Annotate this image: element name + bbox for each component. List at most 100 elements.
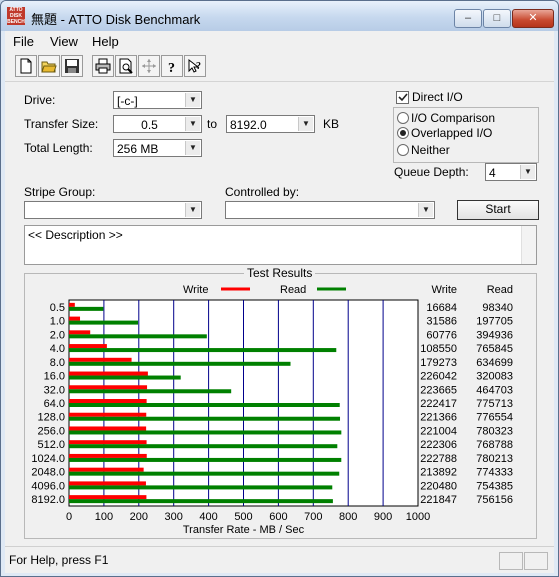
transfer-size-to-select[interactable]: 8192.0 ▼	[226, 115, 315, 133]
write-value: 213892	[420, 467, 457, 479]
read-value: 765845	[476, 343, 513, 355]
direct-io-checkbox[interactable]	[396, 91, 409, 104]
chevron-down-icon: ▼	[185, 117, 200, 131]
read-column-header: Read	[487, 284, 513, 296]
read-value: 768788	[476, 439, 513, 451]
write-bar	[69, 330, 91, 335]
transfer-to-label: to	[207, 117, 218, 131]
description-scrollbar[interactable]	[521, 226, 536, 264]
y-tick-label: 1024.0	[31, 453, 65, 465]
read-value: 320083	[476, 371, 513, 383]
read-value: 780213	[476, 453, 513, 465]
svg-text:?: ?	[196, 61, 201, 72]
move-icon[interactable]	[138, 55, 160, 77]
neither-radio[interactable]	[397, 144, 409, 156]
transfer-size-from-select[interactable]: 0.5 ▼	[113, 115, 202, 133]
controlled-by-select[interactable]: ▼	[225, 201, 435, 219]
app-window: ATTO DISK BENCH 無題 - ATTO Disk Benchmark…	[0, 0, 559, 577]
read-bar	[69, 361, 291, 366]
read-value: 775713	[476, 398, 513, 410]
read-bar	[69, 389, 232, 394]
transfer-unit-label: KB	[323, 117, 340, 131]
x-tick-label: 800	[339, 511, 357, 523]
read-legend-label: Read	[280, 284, 306, 296]
chevron-down-icon: ▼	[185, 141, 200, 155]
minimize-button[interactable]: –	[454, 9, 482, 28]
overlapped-io-radio[interactable]	[397, 127, 409, 139]
read-bar	[69, 320, 138, 325]
stripe-group-select[interactable]: ▼	[24, 201, 202, 219]
description-field[interactable]: << Description >>	[24, 225, 537, 265]
toolbar: ? ?	[5, 51, 554, 82]
menu-view[interactable]: View	[50, 34, 78, 49]
read-value: 774333	[476, 467, 513, 479]
write-value: 31586	[426, 316, 457, 328]
read-bar	[69, 416, 341, 421]
start-button[interactable]: Start	[457, 200, 539, 220]
svg-text:?: ?	[168, 61, 175, 74]
y-tick-label: 512.0	[37, 439, 65, 451]
overlapped-io-label: Overlapped I/O	[411, 126, 493, 140]
help-icon[interactable]: ?	[161, 55, 183, 77]
maximize-button[interactable]: □	[483, 9, 511, 28]
write-value: 226042	[420, 371, 457, 383]
open-icon[interactable]	[38, 55, 60, 77]
write-value: 222306	[420, 439, 457, 451]
write-value: 60776	[426, 329, 457, 341]
read-value: 776554	[476, 412, 513, 424]
x-axis-label: Transfer Rate - MB / Sec	[183, 524, 305, 536]
menu-bar: File View Help	[5, 31, 554, 51]
print-icon[interactable]	[92, 55, 114, 77]
x-tick-label: 0	[66, 511, 72, 523]
chevron-down-icon: ▼	[185, 93, 200, 107]
write-bar	[69, 495, 147, 500]
write-bar	[69, 316, 81, 321]
chevron-down-icon: ▼	[185, 203, 200, 217]
write-bar	[69, 412, 147, 417]
y-tick-label: 1.0	[50, 316, 65, 328]
save-icon[interactable]	[61, 55, 83, 77]
read-bar	[69, 444, 338, 449]
transfer-rate-chart: Write Read Write Read 0 100 200 300 400 500 600 700…	[31, 284, 513, 536]
write-bar	[69, 385, 148, 390]
drive-select[interactable]: [-c-] ▼	[113, 91, 202, 109]
total-length-select[interactable]: 256 MB ▼	[113, 139, 202, 157]
new-icon[interactable]	[15, 55, 37, 77]
write-bar	[69, 399, 147, 403]
write-bar	[69, 357, 132, 362]
chevron-down-icon: ▼	[298, 117, 313, 131]
chevron-down-icon: ▼	[520, 165, 535, 179]
transfer-size-label: Transfer Size:	[24, 117, 99, 131]
write-value: 221366	[420, 412, 457, 424]
client-area: ? ? Drive: [-c-] ▼ Transfer Size: 0.5 ▼ to…	[5, 51, 554, 546]
write-value: 223665	[420, 384, 457, 396]
print-preview-icon[interactable]	[115, 55, 137, 77]
queue-depth-select[interactable]: 4 ▼	[485, 163, 537, 181]
write-value: 221004	[420, 425, 457, 437]
io-comparison-radio[interactable]	[397, 112, 409, 124]
controlled-by-label: Controlled by:	[225, 185, 300, 199]
y-tick-label: 32.0	[44, 384, 65, 396]
y-tick-label: 8192.0	[31, 494, 65, 506]
write-value: 108550	[420, 343, 457, 355]
write-bar	[69, 302, 75, 307]
read-bar	[69, 306, 104, 311]
y-tick-label: 2.0	[50, 329, 65, 341]
read-value: 780323	[476, 425, 513, 437]
x-tick-label: 400	[199, 511, 217, 523]
menu-help[interactable]: Help	[92, 34, 119, 49]
x-tick-label: 500	[234, 511, 252, 523]
y-tick-label: 4.0	[50, 343, 65, 355]
menu-file[interactable]: File	[13, 34, 34, 49]
write-value: 222788	[420, 453, 457, 465]
write-value: 221847	[420, 494, 457, 506]
status-bar: For Help, press F1	[5, 546, 554, 573]
context-help-icon[interactable]: ?	[184, 55, 206, 77]
read-bar	[69, 457, 342, 462]
close-button[interactable]: ✕	[512, 9, 554, 28]
read-value: 394936	[476, 329, 513, 341]
y-tick-label: 128.0	[37, 412, 65, 424]
chevron-down-icon: ▼	[418, 203, 433, 217]
y-tick-label: 0.5	[50, 302, 65, 314]
read-value: 197705	[476, 316, 513, 328]
